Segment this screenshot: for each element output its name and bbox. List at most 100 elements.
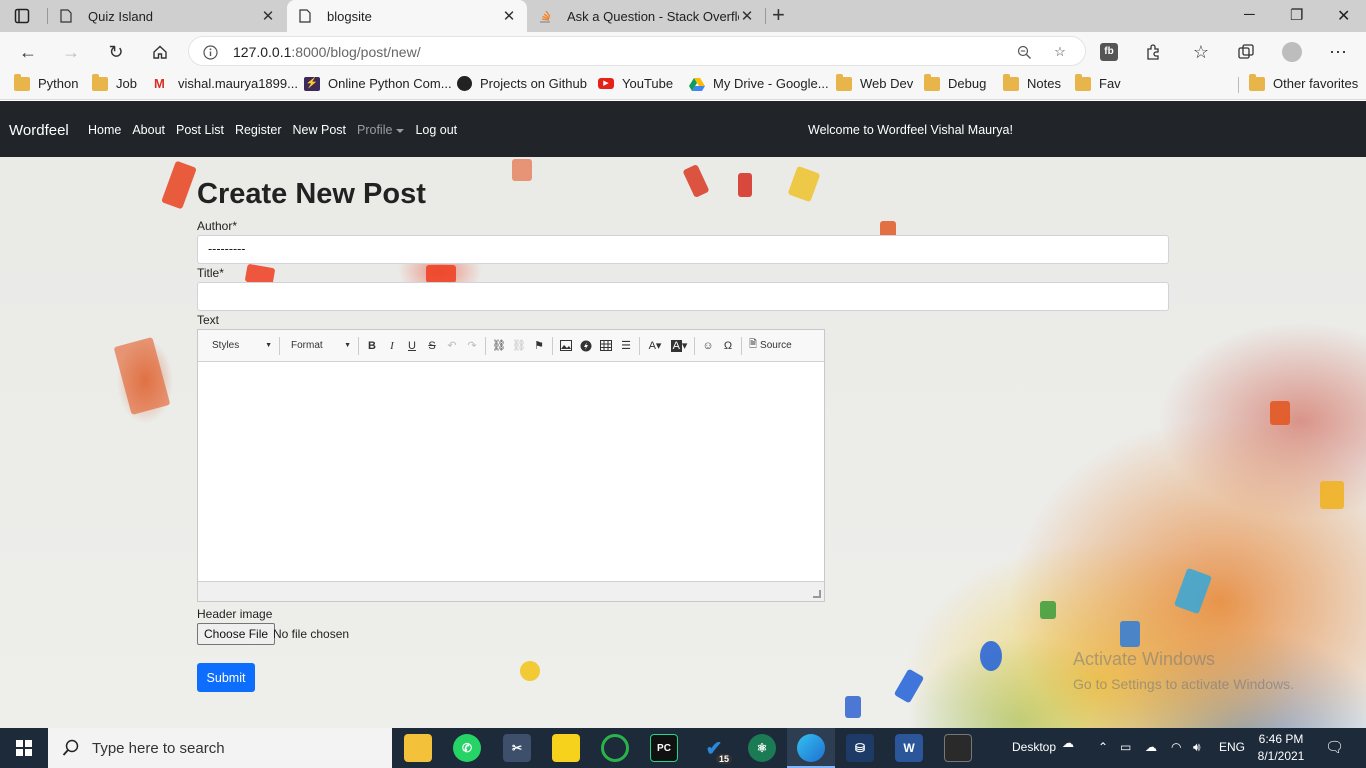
text-color-icon[interactable]: A▾ bbox=[643, 336, 667, 356]
notifications-icon[interactable]: 🗨︎ bbox=[1325, 738, 1344, 756]
link-icon[interactable]: ⛓ bbox=[489, 336, 509, 356]
tab-actions-icon[interactable] bbox=[10, 7, 34, 25]
edge-browser-icon[interactable] bbox=[797, 734, 825, 762]
desktop-toolbar-label[interactable]: Desktop bbox=[1012, 740, 1056, 754]
extension-fb-icon[interactable]: fb bbox=[1098, 41, 1120, 63]
nav-post-list[interactable]: Post List bbox=[176, 123, 224, 137]
volume-icon[interactable]: 🔊︎ bbox=[1193, 740, 1201, 755]
wifi-icon[interactable]: ◠ bbox=[1171, 740, 1181, 754]
horizontal-line-icon[interactable]: ☰ bbox=[616, 336, 636, 356]
file-explorer-icon[interactable] bbox=[404, 734, 432, 762]
editor-content-area[interactable] bbox=[198, 362, 824, 581]
new-tab-icon[interactable]: + bbox=[772, 4, 785, 26]
pycharm-icon[interactable]: PC bbox=[650, 734, 678, 762]
format-dropdown[interactable]: Format ▼ bbox=[283, 336, 355, 356]
nav-about[interactable]: About bbox=[132, 123, 165, 137]
sticky-notes-icon[interactable] bbox=[552, 734, 580, 762]
back-arrow-icon[interactable]: ← bbox=[17, 41, 39, 63]
terminal-icon[interactable] bbox=[944, 734, 972, 762]
add-favorite-icon[interactable]: ☆ bbox=[1051, 43, 1069, 61]
tab-quiz-island[interactable]: Quiz Island ✕ bbox=[48, 0, 286, 32]
bookmark-label: Online Python Com... bbox=[328, 76, 452, 91]
special-char-omega-icon[interactable]: Ω bbox=[718, 336, 738, 356]
choose-file-button[interactable]: Choose File bbox=[197, 623, 276, 645]
battery-icon[interactable]: ▭ bbox=[1120, 740, 1131, 754]
styles-dropdown[interactable]: Styles ▼ bbox=[204, 336, 276, 356]
bookmark-online-python[interactable]: ⚡ Online Python Com... bbox=[304, 76, 452, 91]
whatsapp-icon[interactable]: ✆ bbox=[453, 734, 481, 762]
favorites-icon[interactable]: ☆ bbox=[1190, 41, 1212, 63]
atom-icon[interactable]: ⚛ bbox=[748, 734, 776, 762]
smiley-icon[interactable]: ☺ bbox=[698, 336, 718, 356]
background-color-icon[interactable]: A ▾ bbox=[667, 336, 691, 356]
onedrive-icon[interactable]: ☁ bbox=[1145, 740, 1157, 754]
image-icon[interactable] bbox=[556, 336, 576, 356]
tab-blogsite[interactable]: blogsite ✕ bbox=[287, 0, 527, 32]
profile-avatar-icon[interactable] bbox=[1281, 41, 1303, 63]
language-indicator[interactable]: ENG bbox=[1219, 740, 1245, 754]
close-icon[interactable]: ✕ bbox=[501, 7, 517, 25]
todo-checkmark-icon[interactable]: ✔ 15 bbox=[700, 734, 732, 764]
nav-home[interactable]: Home bbox=[88, 123, 121, 137]
bookmark-other-favorites[interactable]: Other favorites bbox=[1249, 73, 1358, 91]
nav-register[interactable]: Register bbox=[235, 123, 282, 137]
window-close-icon[interactable]: ✕ bbox=[1337, 6, 1350, 26]
restore-icon[interactable]: ❐ bbox=[1290, 6, 1303, 24]
source-button[interactable]: 🗎 Source bbox=[745, 337, 796, 354]
zoom-icon[interactable] bbox=[1015, 43, 1033, 61]
submit-button[interactable]: Submit bbox=[197, 663, 255, 692]
strikethrough-icon[interactable]: S bbox=[422, 336, 442, 356]
bold-icon[interactable]: B bbox=[362, 336, 382, 356]
resize-handle-icon[interactable] bbox=[813, 590, 821, 598]
flash-icon[interactable] bbox=[576, 336, 596, 356]
bookmark-fav[interactable]: Fav bbox=[1075, 73, 1121, 91]
bookmark-web-dev[interactable]: Web Dev bbox=[836, 73, 913, 91]
cloud-icon[interactable]: ☁ bbox=[1062, 736, 1074, 750]
snipping-tool-icon[interactable]: ✂ bbox=[503, 734, 531, 762]
chevron-up-icon[interactable]: ⌃ bbox=[1098, 740, 1108, 754]
start-button[interactable] bbox=[0, 728, 48, 768]
taskbar-search[interactable]: Type here to search bbox=[48, 728, 392, 768]
word-icon[interactable]: W bbox=[895, 734, 923, 762]
table-icon[interactable] bbox=[596, 336, 616, 356]
forward-arrow-icon[interactable]: → bbox=[60, 41, 82, 63]
nav-new-post[interactable]: New Post bbox=[293, 123, 347, 137]
bookmark-github[interactable]: Projects on Github bbox=[457, 76, 587, 91]
more-options-icon[interactable]: ⋯ bbox=[1327, 41, 1349, 63]
close-icon[interactable]: ✕ bbox=[739, 7, 755, 25]
tab-stack-overflow[interactable]: Ask a Question - Stack Overflow ✕ bbox=[527, 0, 765, 32]
bookmark-python[interactable]: Python bbox=[14, 73, 78, 91]
anchor-flag-icon[interactable]: ⚑ bbox=[529, 336, 549, 356]
bookmark-job[interactable]: Job bbox=[92, 73, 137, 91]
redo-icon[interactable]: ↷ bbox=[462, 336, 482, 356]
nav-profile-dropdown[interactable]: Profile bbox=[357, 123, 405, 137]
github-icon bbox=[457, 76, 472, 91]
bookmark-youtube[interactable]: ▶ YouTube bbox=[598, 76, 673, 91]
collections-icon[interactable] bbox=[1235, 41, 1257, 63]
info-icon[interactable] bbox=[201, 43, 219, 61]
home-icon[interactable] bbox=[149, 41, 171, 63]
author-select[interactable]: --------- bbox=[197, 235, 1169, 264]
refresh-icon[interactable]: ↻ bbox=[105, 41, 127, 63]
underline-icon[interactable]: U bbox=[402, 336, 422, 356]
system-clock[interactable]: 6:46 PM 8/1/2021 bbox=[1256, 731, 1306, 765]
site-brand[interactable]: Wordfeel bbox=[9, 122, 69, 139]
bookmark-label: YouTube bbox=[622, 76, 674, 91]
bookmark-gmail[interactable]: Mvishal.maurya1899... bbox=[154, 76, 298, 91]
bookmark-google-drive[interactable]: My Drive - Google... bbox=[689, 76, 829, 91]
undo-icon[interactable]: ↶ bbox=[442, 336, 462, 356]
refresh-circle-app-icon[interactable] bbox=[601, 734, 629, 762]
minimize-icon[interactable]: ─ bbox=[1244, 6, 1255, 23]
nav-logout[interactable]: Log out bbox=[415, 123, 457, 137]
unlink-icon[interactable]: ⛓ bbox=[509, 336, 529, 356]
sql-tool-icon[interactable]: ⛁ bbox=[846, 734, 874, 762]
drive-icon bbox=[689, 77, 705, 91]
bookmark-notes[interactable]: Notes bbox=[1003, 73, 1061, 91]
close-icon[interactable]: ✕ bbox=[260, 7, 276, 25]
bookmark-debug[interactable]: Debug bbox=[924, 73, 986, 91]
folder-icon bbox=[14, 73, 30, 91]
address-bar[interactable]: 127.0.0.1:8000/blog/post/new/ ☆ bbox=[188, 36, 1086, 66]
extensions-icon[interactable] bbox=[1142, 41, 1164, 63]
title-input[interactable] bbox=[197, 282, 1169, 311]
italic-icon[interactable]: I bbox=[382, 336, 402, 356]
